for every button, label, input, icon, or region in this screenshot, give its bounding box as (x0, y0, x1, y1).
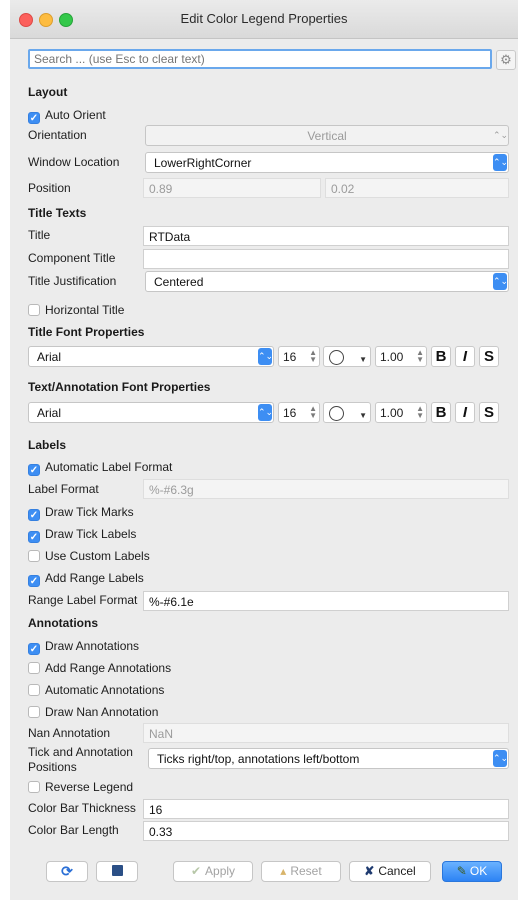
title-shadow-button[interactable]: S (479, 346, 499, 367)
position-x-field[interactable]: 0.89 (143, 178, 321, 198)
text-font-color-button[interactable]: ▼ (323, 402, 371, 423)
stepper-icon: ▲ ▼ (309, 404, 317, 420)
reset-button[interactable]: ▴ Reset (261, 861, 341, 882)
text-italic-button[interactable]: I (455, 402, 475, 423)
automatic-label-format-checkbox[interactable]: ✓ Automatic Label Format (28, 460, 172, 476)
check-icon: ✓ (28, 575, 40, 587)
section-layout: Layout (28, 85, 68, 99)
color-swatch-icon (329, 350, 344, 365)
section-annotations: Annotations (28, 616, 98, 630)
title-label: Title (28, 228, 51, 242)
section-title-texts: Title Texts (28, 206, 87, 220)
cancel-button[interactable]: ✘ Cancel (349, 861, 431, 882)
stepper-icon: ▲ ▼ (309, 348, 317, 364)
color-bar-thickness-label: Color Bar Thickness (28, 801, 136, 815)
title-font-family-select[interactable]: Arial ⌃⌄ (28, 346, 274, 367)
label-format-label: Label Format (28, 482, 99, 496)
broom-icon: ▴ (280, 864, 287, 878)
component-title-field[interactable] (143, 249, 509, 269)
refresh-icon: ⟳ (61, 863, 73, 879)
check-icon: ✓ (28, 509, 40, 521)
updown-chevron-icon: ⌃⌄ (493, 273, 508, 290)
check-icon: ✓ (28, 643, 40, 655)
text-bold-button[interactable]: B (431, 402, 451, 423)
updown-chevron-icon: ⌃⌄ (258, 348, 273, 365)
range-label-format-field[interactable]: %-#6.1e (143, 591, 509, 611)
section-text-font: Text/Annotation Font Properties (28, 380, 211, 394)
title-font-size-spinbox[interactable]: 16 ▲ ▼ (278, 346, 320, 367)
title-bar: Edit Color Legend Properties (10, 0, 518, 39)
color-swatch-icon (329, 406, 344, 421)
draw-tick-marks-checkbox[interactable]: ✓ Draw Tick Marks (28, 505, 134, 521)
dropdown-arrow-icon: ▼ (359, 355, 367, 364)
apply-button[interactable]: ✔ Apply (173, 861, 253, 882)
text-font-opacity-spinbox[interactable]: 1.00 ▲ ▼ (375, 402, 427, 423)
draw-annotations-checkbox[interactable]: ✓ Draw Annotations (28, 639, 139, 655)
restore-defaults-button[interactable]: ⟳ (46, 861, 88, 882)
save-defaults-button[interactable] (96, 861, 138, 882)
label-format-field[interactable]: %-#6.3g (143, 479, 509, 499)
checkmark-icon: ✔ (190, 864, 202, 878)
ok-button[interactable]: ✎ OK (442, 861, 502, 882)
title-justification-label: Title Justification (28, 274, 117, 288)
check-icon: ✓ (28, 112, 40, 124)
check-icon: ✓ (28, 531, 40, 543)
window-location-select[interactable]: LowerRightCorner ⌃⌄ (145, 152, 509, 173)
color-bar-length-field[interactable]: 0.33 (143, 821, 509, 841)
reverse-legend-checkbox[interactable]: Reverse Legend (28, 780, 133, 794)
draw-nan-annotation-checkbox[interactable]: Draw Nan Annotation (28, 705, 158, 719)
use-custom-labels-checkbox[interactable]: Use Custom Labels (28, 549, 150, 563)
updown-chevron-icon: ⌃⌄ (258, 404, 273, 421)
advanced-settings-button[interactable]: ⚙ (496, 50, 516, 70)
stepper-icon: ▲ ▼ (416, 348, 424, 364)
text-font-size-spinbox[interactable]: 16 ▲ ▼ (278, 402, 320, 423)
window-location-label: Window Location (28, 155, 120, 169)
search-input[interactable] (28, 49, 492, 69)
title-bold-button[interactable]: B (431, 346, 451, 367)
add-range-annotations-checkbox[interactable]: Add Range Annotations (28, 661, 171, 675)
color-bar-length-label: Color Bar Length (28, 823, 119, 837)
updown-chevron-icon: ⌃⌄ (493, 130, 509, 140)
nan-annotation-field[interactable]: NaN (143, 723, 509, 743)
section-labels: Labels (28, 438, 67, 452)
title-justification-select[interactable]: Centered ⌃⌄ (145, 271, 509, 292)
add-range-labels-checkbox[interactable]: ✓ Add Range Labels (28, 571, 144, 587)
auto-orient-checkbox[interactable]: ✓ Auto Orient (28, 108, 106, 124)
dialog-window: Edit Color Legend Properties ⚙ Layout ✓A… (10, 0, 518, 900)
text-shadow-button[interactable]: S (479, 402, 499, 423)
x-icon: ✘ (364, 864, 375, 878)
orientation-label: Orientation (28, 128, 87, 142)
dropdown-arrow-icon: ▼ (359, 411, 367, 420)
title-font-opacity-spinbox[interactable]: 1.00 ▲ ▼ (375, 346, 427, 367)
automatic-annotations-checkbox[interactable]: Automatic Annotations (28, 683, 164, 697)
position-y-field[interactable]: 0.02 (325, 178, 509, 198)
gear-icon: ⚙ (500, 52, 512, 67)
section-title-font: Title Font Properties (28, 325, 145, 339)
text-font-family-select[interactable]: Arial ⌃⌄ (28, 402, 274, 423)
pencil-icon: ✎ (456, 864, 467, 878)
check-icon: ✓ (28, 464, 40, 476)
orientation-select[interactable]: Vertical ⌃⌄ (145, 125, 509, 146)
horizontal-title-checkbox[interactable]: Horizontal Title (28, 303, 124, 317)
window-title: Edit Color Legend Properties (180, 11, 348, 26)
component-title-label: Component Title (28, 251, 116, 265)
stepper-icon: ▲ ▼ (416, 404, 424, 420)
updown-chevron-icon: ⌃⌄ (493, 750, 508, 767)
nan-annotation-label: Nan Annotation (28, 726, 111, 740)
range-label-format-label: Range Label Format (28, 593, 138, 607)
color-bar-thickness-field[interactable]: 16 (143, 799, 509, 819)
save-disk-icon (111, 865, 123, 876)
title-font-color-button[interactable]: ▼ (323, 346, 371, 367)
draw-tick-labels-checkbox[interactable]: ✓ Draw Tick Labels (28, 527, 136, 543)
title-field[interactable]: RTData (143, 226, 509, 246)
title-italic-button[interactable]: I (455, 346, 475, 367)
updown-chevron-icon: ⌃⌄ (493, 154, 508, 171)
position-label: Position (28, 181, 71, 195)
positions-label: Tick and Annotation Positions (28, 745, 133, 774)
annotation-positions-select[interactable]: Ticks right/top, annotations left/bottom… (148, 748, 509, 769)
